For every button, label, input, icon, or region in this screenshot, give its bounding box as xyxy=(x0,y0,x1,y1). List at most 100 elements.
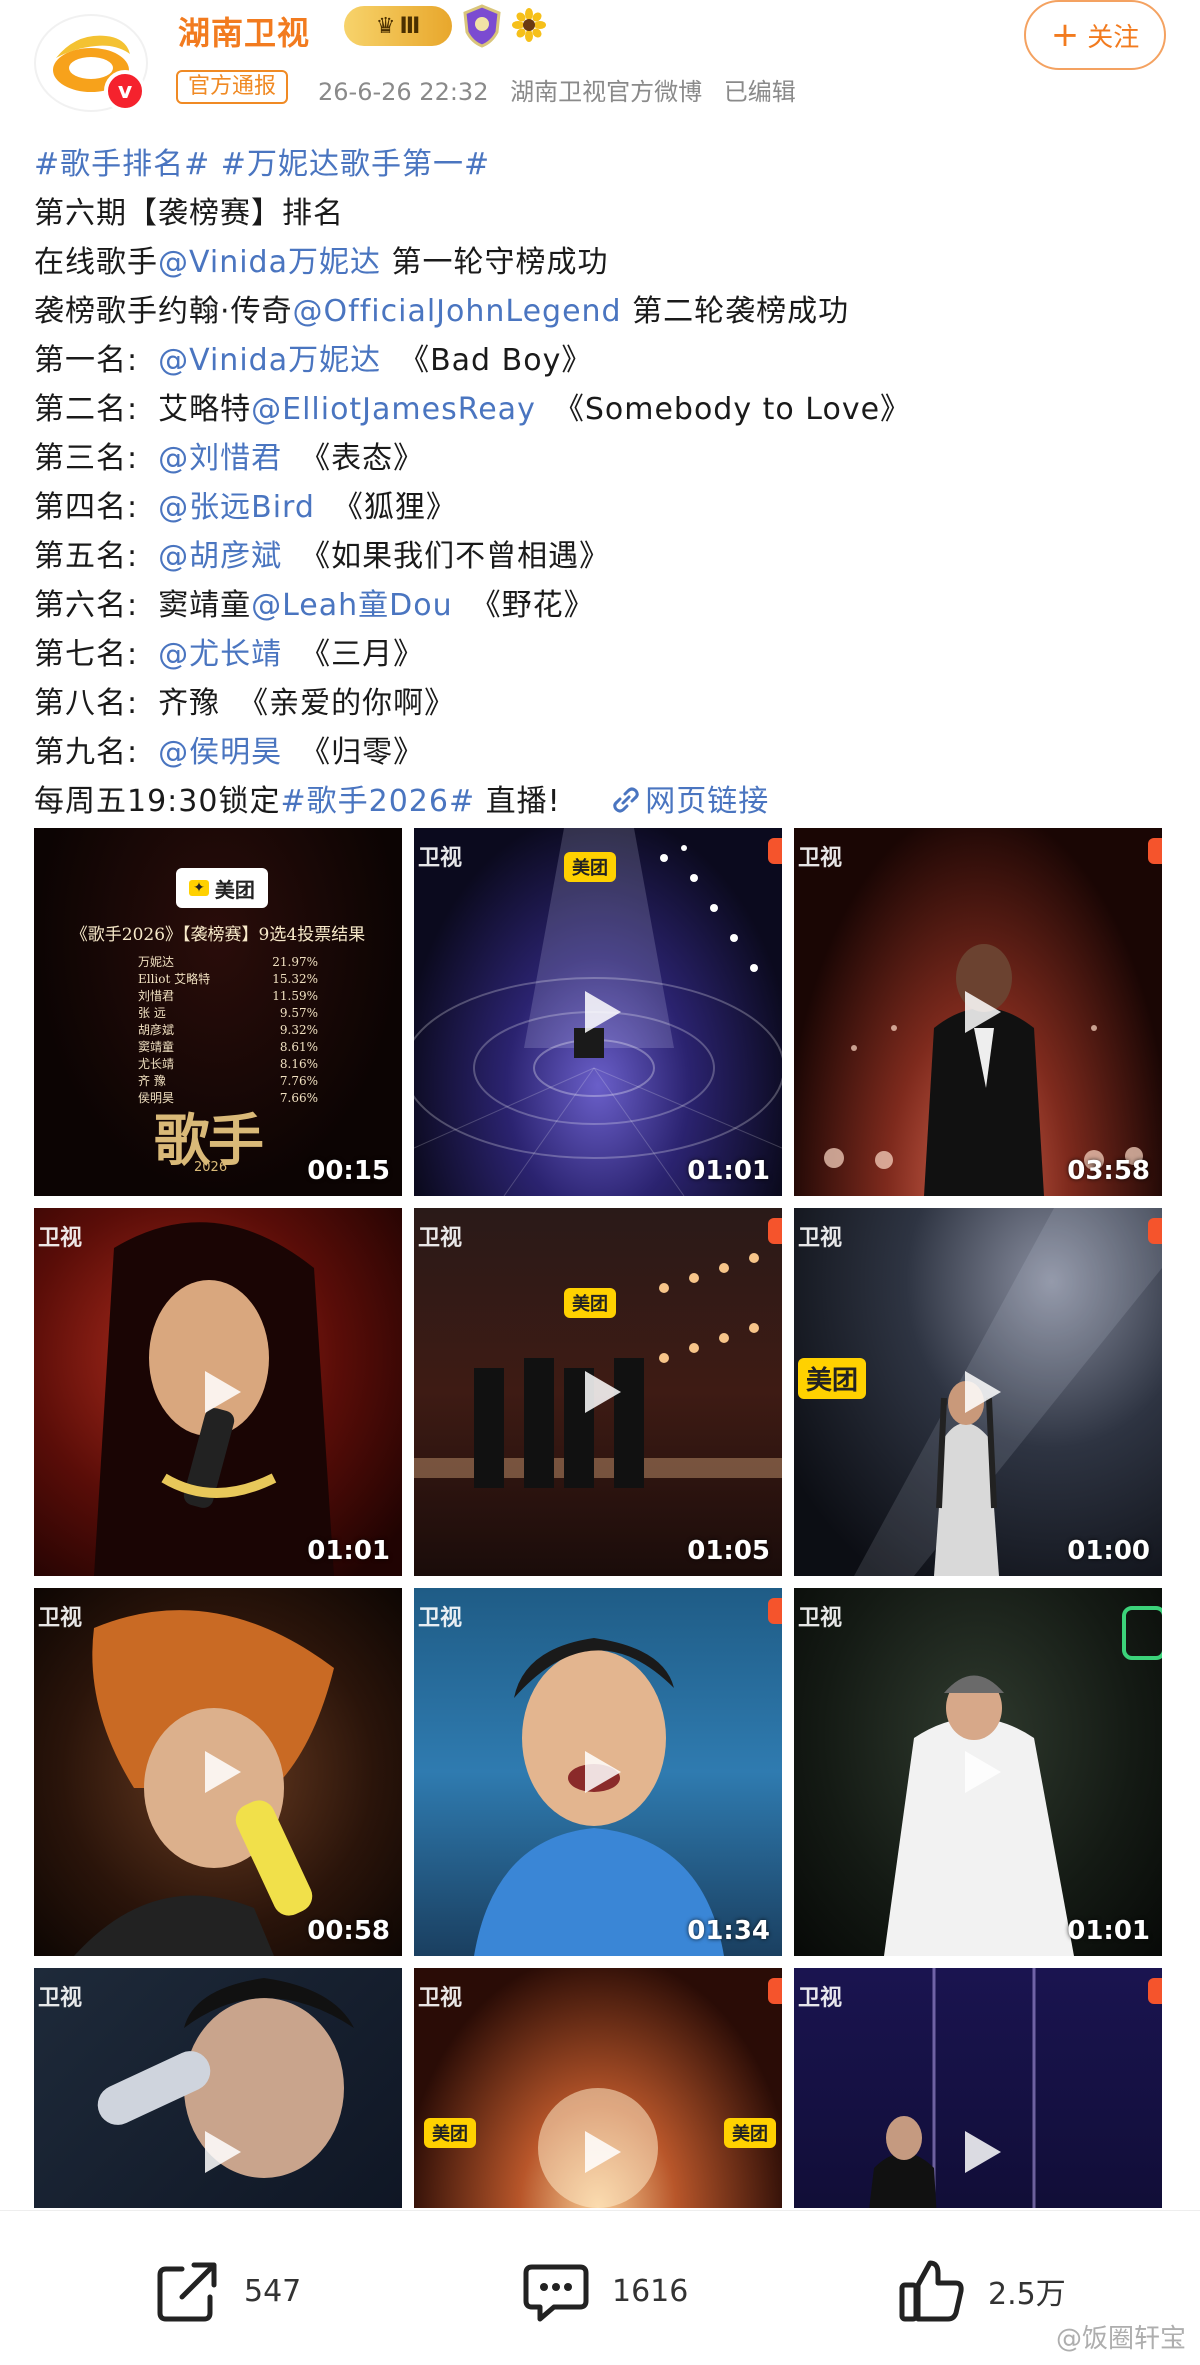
media-item[interactable]: 美团 卫视 01:05 xyxy=(414,1208,782,1576)
channel-corner-logo-icon xyxy=(1148,1218,1162,1244)
vote-percent: 21.97% xyxy=(272,955,318,969)
play-icon xyxy=(205,1371,241,1413)
mention-link[interactable]: @OfficialJohnLegend xyxy=(293,294,622,329)
ranking-item: 第五名: @胡彦斌 《如果我们不曾相遇》 xyxy=(34,532,1174,581)
media-item[interactable]: 卫视 01:34 xyxy=(414,1588,782,1956)
play-icon xyxy=(585,1751,621,1793)
play-icon xyxy=(965,1371,1001,1413)
mention-link[interactable]: @Leah童Dou xyxy=(251,588,453,623)
media-item[interactable]: 卫视 01:01 xyxy=(794,1588,1162,1956)
sponsor-tag: 美团 xyxy=(424,2118,476,2148)
shield-badge-icon[interactable] xyxy=(462,4,502,48)
web-link-label: 网页链接 xyxy=(645,784,770,819)
channel-tag: 卫视 xyxy=(38,1606,83,1631)
mention-link[interactable]: @张远Bird xyxy=(158,490,315,525)
media-item[interactable]: 美团 卫视 01:01 xyxy=(414,828,782,1196)
sponsor-logo-icon: ✦ xyxy=(189,880,209,896)
song-title: 《如果我们不曾相遇》 xyxy=(300,539,611,574)
thumbs-up-icon xyxy=(899,2260,964,2322)
hashtag-line: #歌手排名# #万妮达歌手第一# xyxy=(34,140,1174,189)
vote-results-panel: ✦ 美团 《歌手2026》【袭榜赛】9选4投票结果 万妮达 21.97% Elliot… xyxy=(34,828,402,1196)
verified-badge-icon: v xyxy=(104,70,146,112)
post-body: #歌手排名# #万妮达歌手第一# 第六期【袭榜赛】排名 在线歌手@Vinida万… xyxy=(34,140,1174,826)
media-item[interactable]: 美团 卫视 01:00 xyxy=(794,1208,1162,1576)
channel-corner-logo-icon xyxy=(768,1218,782,1244)
sponsor-tag: 美团 xyxy=(724,2118,776,2148)
vote-name: 万妮达 xyxy=(138,955,175,969)
video-duration: 01:01 xyxy=(307,1536,390,1566)
media-grid: ✦ 美团 《歌手2026》【袭榜赛】9选4投票结果 万妮达 21.97% Elliot… xyxy=(34,828,1164,2208)
video-duration: 01:34 xyxy=(687,1916,770,1946)
follow-button-label: 关注 xyxy=(1087,22,1140,53)
channel-tag: 卫视 xyxy=(798,1606,843,1631)
channel-corner-logo-icon xyxy=(1148,838,1162,864)
song-title: 《三月》 xyxy=(300,637,425,672)
media-item[interactable]: 卫视 01:01 xyxy=(34,1208,402,1576)
channel-corner-logo-icon xyxy=(768,838,782,864)
play-icon xyxy=(965,991,1001,1033)
song-title: 《Bad Boy》 xyxy=(399,343,593,378)
singer-name: 艾略特 xyxy=(158,392,252,427)
media-item[interactable]: 卫视 xyxy=(34,1968,402,2208)
mention-link[interactable]: @刘惜君 xyxy=(158,441,282,476)
channel-tag: 卫视 xyxy=(798,1986,843,2011)
vote-row: 窦靖童 8.61% xyxy=(138,1039,318,1056)
vote-row: Elliot 艾略特 15.32% xyxy=(138,971,318,988)
channel-tag: 卫视 xyxy=(418,1606,463,1631)
mention-link[interactable]: @胡彦斌 xyxy=(158,539,282,574)
mention-link[interactable]: @Vinida万妮达 xyxy=(158,343,381,378)
media-item[interactable]: 卫视 xyxy=(794,1968,1162,2208)
channel-tag: 卫视 xyxy=(418,846,463,871)
hashtag-link[interactable]: #歌手排名# #万妮达歌手第一# xyxy=(34,147,490,182)
ranking-item: 第八名: 齐豫 《亲爱的你啊》 xyxy=(34,679,1174,728)
mention-link[interactable]: @ElliotJamesReay xyxy=(251,392,536,427)
vote-percent: 8.16% xyxy=(279,1057,318,1071)
media-item[interactable]: ✦ 美团 《歌手2026》【袭榜赛】9选4投票结果 万妮达 21.97% Elliot… xyxy=(34,828,402,1196)
video-duration: 03:58 xyxy=(1067,1156,1150,1186)
mention-link[interactable]: @Vinida万妮达 xyxy=(158,245,381,280)
username[interactable]: 湖南卫视 xyxy=(178,8,310,54)
sponsor-tag: 美团 xyxy=(564,852,616,882)
channel-tag: 卫视 xyxy=(38,1986,83,2011)
follow-button[interactable]: + 关注 xyxy=(1024,0,1166,70)
video-duration: 01:05 xyxy=(687,1536,770,1566)
channel-corner-logo-icon xyxy=(1148,1978,1162,2004)
video-duration: 01:01 xyxy=(1067,1916,1150,1946)
mention-link[interactable]: @尤长靖 xyxy=(158,637,282,672)
video-duration: 00:15 xyxy=(307,1156,390,1186)
hashtag-link[interactable]: #歌手2026# xyxy=(280,784,475,819)
song-title: 《表态》 xyxy=(300,441,425,476)
play-icon xyxy=(965,2131,1001,2173)
channel-corner-logo-icon xyxy=(768,1598,782,1624)
sponsor-tag: 美团 xyxy=(798,1358,867,1399)
link-icon xyxy=(613,787,639,813)
video-duration: 00:58 xyxy=(307,1916,390,1946)
vote-percent: 15.32% xyxy=(272,972,318,986)
post-timestamp: 26-6-26 22:32 xyxy=(318,78,489,106)
web-link[interactable]: 网页链接 xyxy=(611,784,769,819)
ranking-position: 第五名: xyxy=(34,539,139,574)
media-item[interactable]: 美团 美团 卫视 xyxy=(414,1968,782,2208)
vote-percent: 8.61% xyxy=(279,1040,318,1054)
ranking-position: 第二名: xyxy=(34,392,139,427)
ranking-item: 第三名: @刘惜君 《表态》 xyxy=(34,434,1174,483)
ranking-item: 第二名: 艾略特@ElliotJamesReay 《Somebody to Love… xyxy=(34,385,1174,434)
media-item[interactable]: 卫视 00:58 xyxy=(34,1588,402,1956)
share-button[interactable]: 547 xyxy=(152,2251,301,2331)
level-badge[interactable]: ♛ Ⅲ xyxy=(344,6,452,46)
channel-tag: 卫视 xyxy=(418,1986,463,2011)
mention-link[interactable]: @侯明昊 xyxy=(158,735,282,770)
channel-tag: 卫视 xyxy=(798,1226,843,1251)
ranking-item: 第九名: @侯明昊 《归零》 xyxy=(34,728,1174,777)
media-item[interactable]: 卫视 03:58 xyxy=(794,828,1162,1196)
level-badge-label: Ⅲ xyxy=(399,13,421,39)
vote-name: 尤长靖 xyxy=(138,1057,175,1071)
like-button[interactable]: 2.5万 xyxy=(896,2251,1066,2331)
edited-label[interactable]: 已编辑 xyxy=(724,78,796,106)
comment-button[interactable]: 1616 xyxy=(520,2251,688,2331)
ranking-list: 第一名: @Vinida万妮达 《Bad Boy》 第二名: 艾略特@ElliotJam… xyxy=(34,336,1174,777)
channel-tag: 卫视 xyxy=(38,1226,83,1251)
channel-tag: 卫视 xyxy=(798,846,843,871)
official-tag: 官方通报 xyxy=(176,70,289,104)
watermark: @饭圈轩宝 xyxy=(1055,2324,1186,2354)
